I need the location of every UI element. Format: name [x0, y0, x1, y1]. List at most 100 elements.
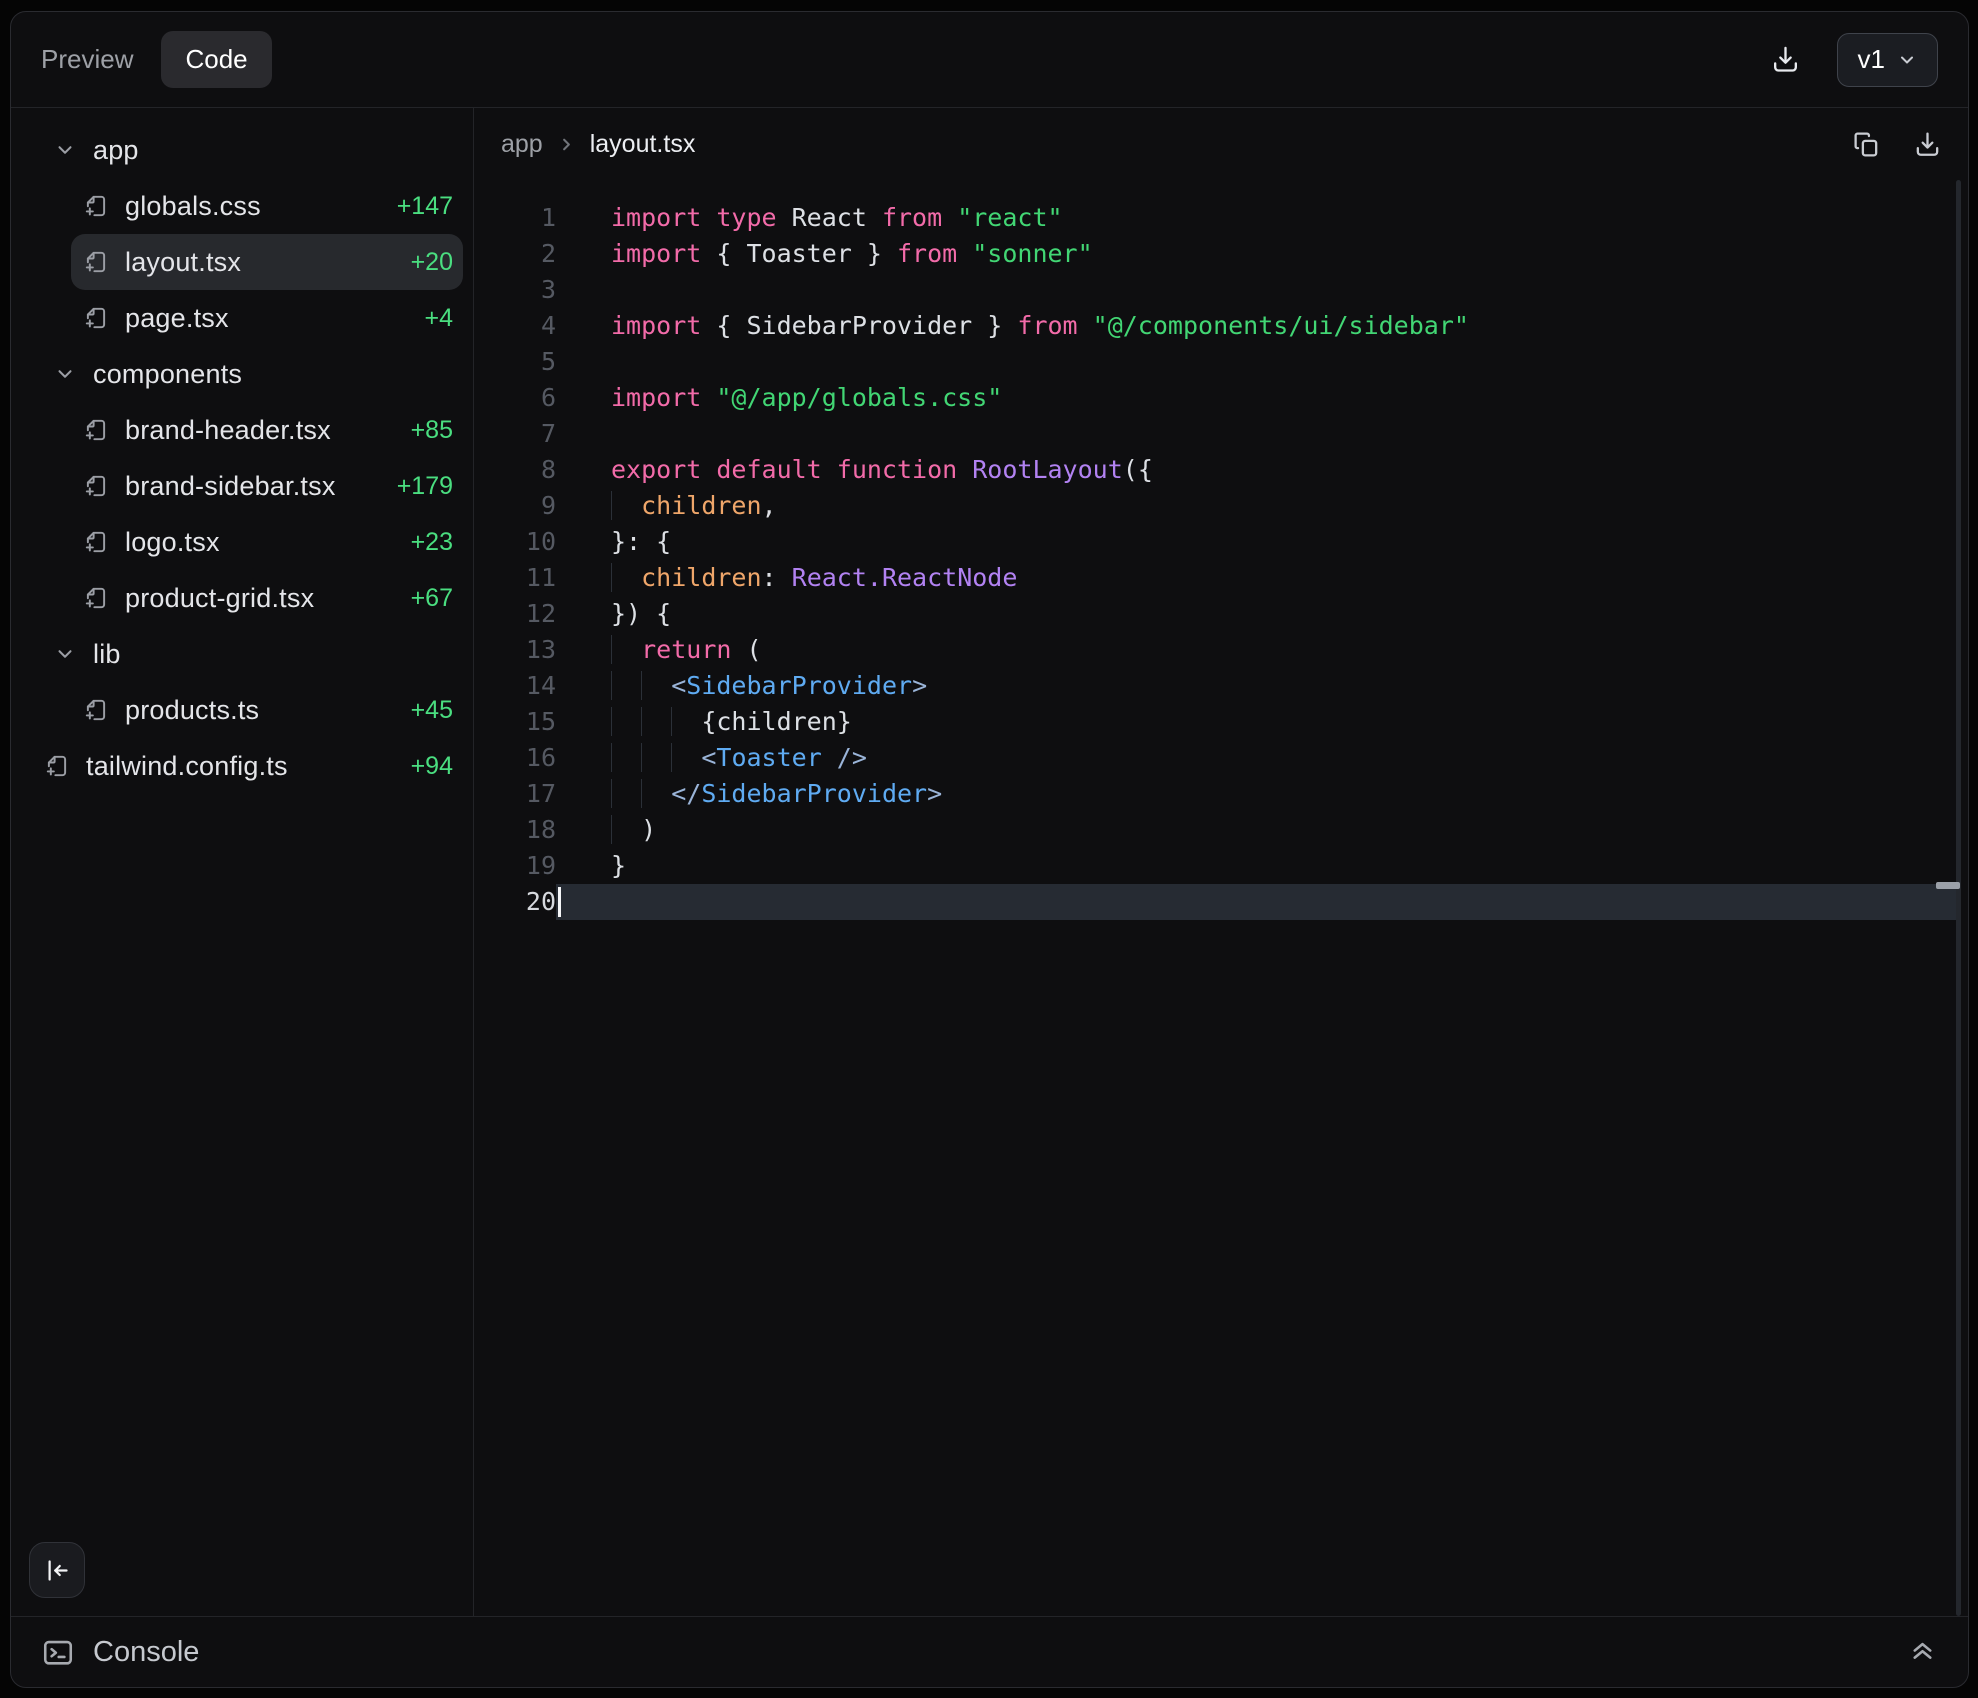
line-number: 4 [474, 308, 556, 344]
indent-guide [641, 707, 671, 736]
file-plus-icon [83, 697, 109, 723]
code-token: import [611, 203, 716, 232]
line-number: 8 [474, 452, 556, 488]
code-token: }: { [611, 527, 671, 556]
breadcrumb-directory[interactable]: app [501, 130, 543, 159]
code-line-11[interactable]: 11 children: React.ReactNode [474, 560, 1968, 596]
code-line-content: {children} [556, 704, 1957, 740]
console-bar[interactable]: Console [11, 1616, 1968, 1687]
terminal-icon [41, 1635, 75, 1669]
code-token: Toaster [716, 743, 821, 772]
code-editor-panel: app layout.tsx 1import typ [474, 108, 1968, 1616]
code-token: from [1017, 311, 1092, 340]
tree-item-label: layout.tsx [125, 247, 241, 278]
code-line-19[interactable]: 19} [474, 848, 1968, 884]
code-line-2[interactable]: 2import { Toaster } from "sonner" [474, 236, 1968, 272]
tab-code[interactable]: Code [161, 31, 271, 88]
code-line-15[interactable]: 15 {children} [474, 704, 1968, 740]
expand-console-button[interactable] [1907, 1637, 1938, 1668]
version-dropdown[interactable]: v1 [1837, 33, 1938, 87]
tree-item-products.ts[interactable]: products.ts +45 [71, 682, 463, 738]
download-icon [1770, 44, 1801, 75]
file-tree: appglobals.css+147 layout.tsx +20 page.tsx+… [11, 108, 473, 794]
code-line-16[interactable]: 16 <Toaster /> [474, 740, 1968, 776]
code-line-10[interactable]: 10}: { [474, 524, 1968, 560]
tree-item-layout.tsx[interactable]: layout.tsx +20 [71, 234, 463, 290]
sidebar-footer [11, 1542, 473, 1616]
indent-guide [611, 815, 641, 844]
code-line-content: }) { [556, 596, 1957, 632]
code-token: </ [671, 779, 701, 808]
chevron-down-icon [54, 643, 76, 665]
code-line-9[interactable]: 9 children, [474, 488, 1968, 524]
indent-guide [641, 779, 671, 808]
code-line-12[interactable]: 12}) { [474, 596, 1968, 632]
file-plus-icon [83, 473, 109, 499]
code-line-3[interactable]: 3 [474, 272, 1968, 308]
indent-guide [611, 743, 641, 772]
code-token: ) [641, 815, 656, 844]
diff-added-count: +20 [411, 248, 453, 277]
diff-added-count: +45 [411, 696, 453, 725]
code-line-7[interactable]: 7 [474, 416, 1968, 452]
tree-item-tailwind.config.ts[interactable]: tailwind.config.ts+94 [21, 738, 463, 794]
indent-guide [641, 671, 671, 700]
code-line-content: import type React from "react" [556, 200, 1957, 236]
collapse-sidebar-button[interactable] [29, 1542, 85, 1598]
line-number: 9 [474, 488, 556, 524]
tree-item-components[interactable]: components [21, 346, 463, 402]
code-line-14[interactable]: 14 <SidebarProvider> [474, 668, 1968, 704]
tab-preview[interactable]: Preview [41, 44, 133, 75]
code-line-8[interactable]: 8export default function RootLayout({ [474, 452, 1968, 488]
tree-item-page.tsx[interactable]: page.tsx+4 [71, 290, 463, 346]
tree-item-label: components [93, 359, 242, 390]
copy-code-button[interactable] [1852, 130, 1881, 159]
code-line-6[interactable]: 6import "@/app/globals.css" [474, 380, 1968, 416]
code-line-content: }: { [556, 524, 1957, 560]
tree-item-label: products.ts [125, 695, 259, 726]
download-file-button[interactable] [1913, 130, 1942, 159]
diff-added-count: +147 [397, 192, 453, 221]
code-token: "@/app/globals.css" [716, 383, 1002, 412]
code-line-17[interactable]: 17 </SidebarProvider> [474, 776, 1968, 812]
line-number: 18 [474, 812, 556, 848]
tree-item-lib[interactable]: lib [21, 626, 463, 682]
tree-item-brand-sidebar.tsx[interactable]: brand-sidebar.tsx+179 [71, 458, 463, 514]
line-number: 15 [474, 704, 556, 740]
code-area[interactable]: 1import type React from "react"2import {… [474, 180, 1968, 1616]
code-token: from [882, 203, 957, 232]
file-plus-icon [83, 193, 109, 219]
tree-item-label: brand-header.tsx [125, 415, 331, 446]
indent-guide [611, 563, 641, 592]
tree-item-app[interactable]: app [21, 122, 463, 178]
code-line-18[interactable]: 18 ) [474, 812, 1968, 848]
tree-item-product-grid.tsx[interactable]: product-grid.tsx+67 [71, 570, 463, 626]
code-line-5[interactable]: 5 [474, 344, 1968, 380]
file-plus-icon [83, 417, 109, 443]
tree-item-globals.css[interactable]: globals.css+147 [71, 178, 463, 234]
code-line-content: <SidebarProvider> [556, 668, 1957, 704]
tree-item-logo.tsx[interactable]: logo.tsx+23 [71, 514, 463, 570]
code-token: } [611, 851, 626, 880]
scrollbar-thumb[interactable] [1936, 882, 1960, 889]
code-line-1[interactable]: 1import type React from "react" [474, 200, 1968, 236]
code-line-content: return ( [556, 632, 1957, 668]
version-label: v1 [1858, 44, 1885, 75]
indent-guide [611, 635, 641, 664]
scrollbar-track[interactable] [1956, 180, 1961, 1616]
tree-item-brand-header.tsx[interactable]: brand-header.tsx+85 [71, 402, 463, 458]
file-plus-icon [83, 305, 109, 331]
code-line-4[interactable]: 4import { SidebarProvider } from "@/comp… [474, 308, 1968, 344]
line-number: 20 [474, 884, 556, 920]
code-line-13[interactable]: 13 return ( [474, 632, 1968, 668]
line-number: 1 [474, 200, 556, 236]
code-line-20[interactable]: 20 [474, 884, 1968, 920]
line-number: 16 [474, 740, 556, 776]
download-button[interactable] [1770, 44, 1801, 75]
code-line-content: } [556, 848, 1957, 884]
code-token: import [611, 311, 716, 340]
code-token: : [762, 563, 792, 592]
code-token: { SidebarProvider } [716, 311, 1017, 340]
chevrons-up-icon [1907, 1637, 1938, 1668]
code-line-content [556, 344, 1957, 380]
